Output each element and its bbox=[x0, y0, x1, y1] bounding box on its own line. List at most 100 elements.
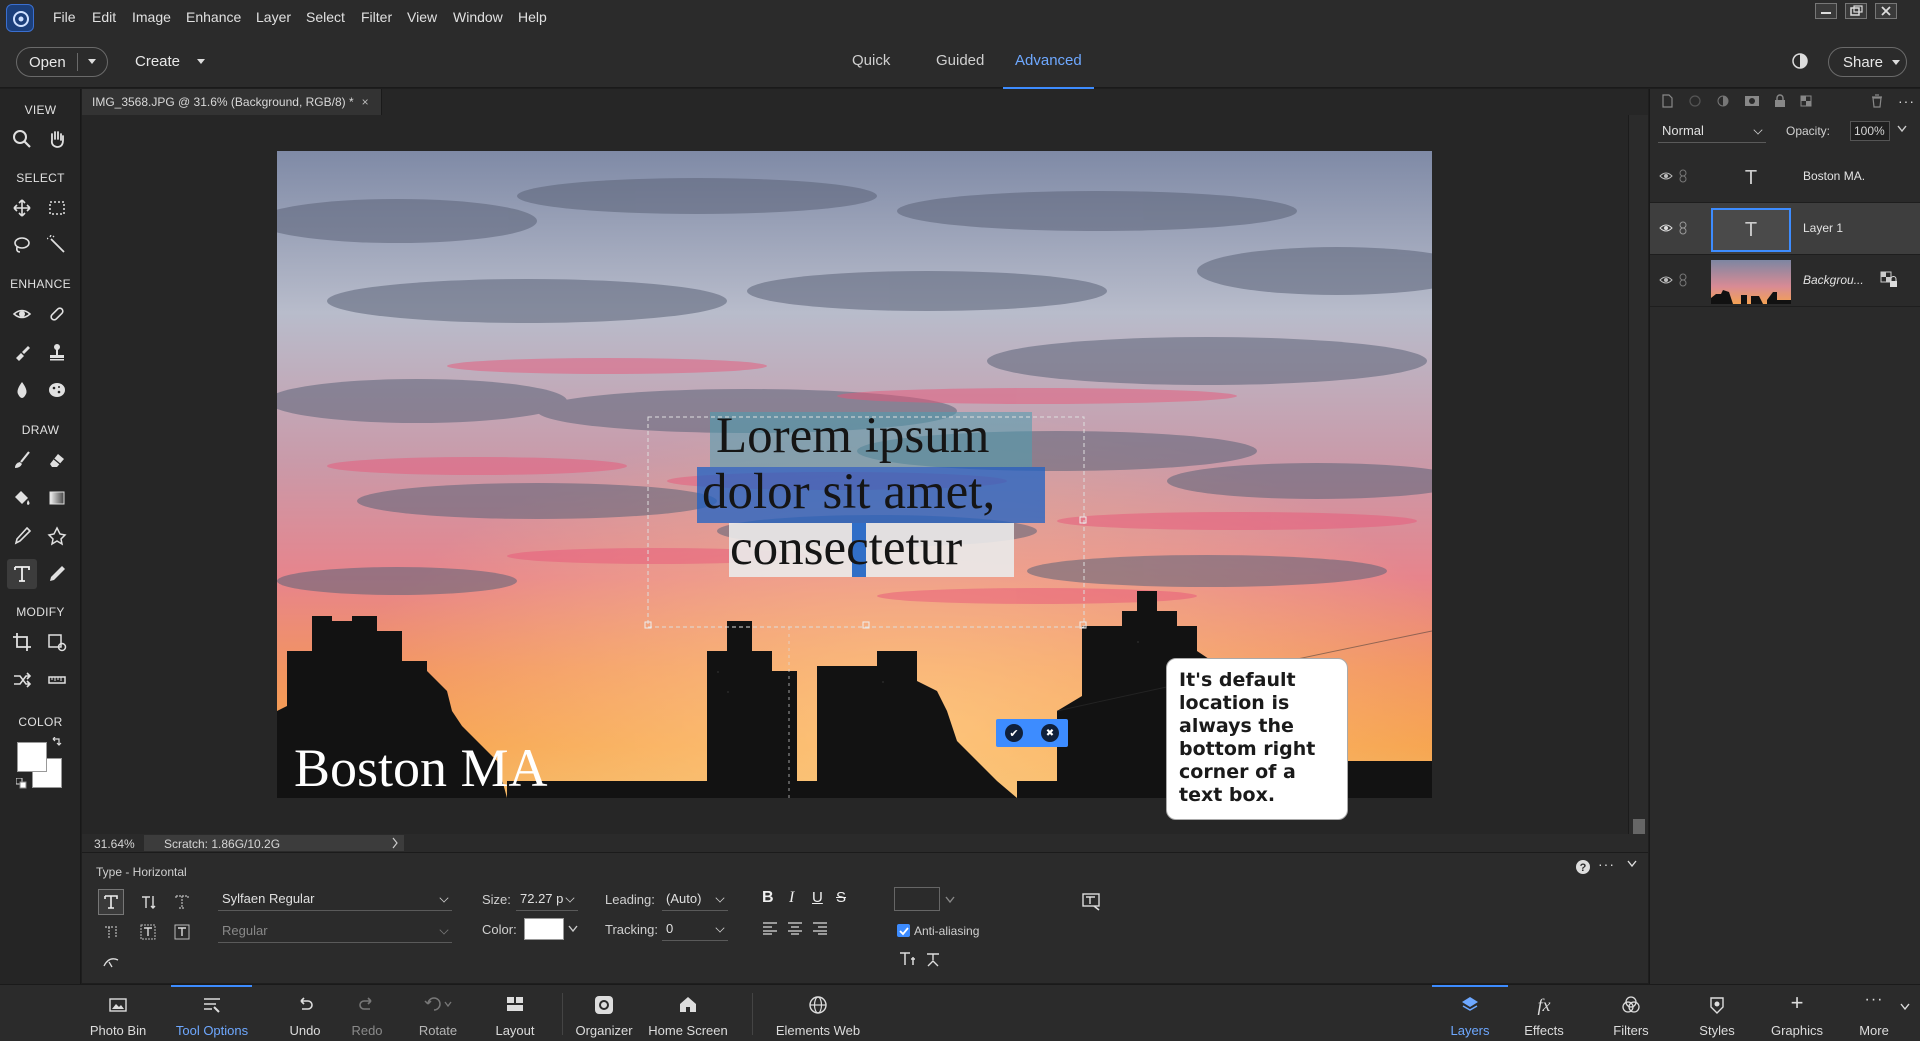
align-right-icon[interactable] bbox=[812, 921, 828, 935]
scroll-thumb[interactable] bbox=[1633, 819, 1645, 835]
help-icon[interactable]: ? bbox=[1575, 859, 1591, 875]
text-style-swatch[interactable] bbox=[894, 887, 940, 911]
menu-view[interactable]: View bbox=[407, 9, 437, 25]
chevron-down-icon[interactable] bbox=[568, 925, 578, 933]
options-menu-icon[interactable]: ··· bbox=[1598, 856, 1615, 872]
warp-text-icon[interactable] bbox=[898, 951, 916, 967]
close-document-icon[interactable]: × bbox=[362, 95, 369, 109]
custom-shape-icon[interactable] bbox=[42, 521, 72, 551]
boston-text[interactable]: Boston MA bbox=[294, 737, 548, 798]
red-eye-icon[interactable] bbox=[7, 299, 37, 329]
chevron-right-icon[interactable] bbox=[390, 836, 400, 850]
organizer-button[interactable]: Organizer bbox=[572, 985, 636, 1041]
move-icon[interactable] bbox=[7, 193, 37, 223]
menu-image[interactable]: Image bbox=[132, 9, 171, 25]
crop-icon[interactable] bbox=[7, 627, 37, 657]
lock-transparency-icon[interactable] bbox=[1800, 94, 1816, 108]
vertical-scrollbar[interactable] bbox=[1628, 115, 1648, 835]
lasso-icon[interactable] bbox=[7, 230, 37, 260]
lock-icon[interactable] bbox=[1774, 94, 1786, 108]
elements-web-button[interactable]: Elements Web bbox=[772, 985, 864, 1041]
chevron-down-icon[interactable] bbox=[1897, 125, 1907, 133]
restore-button[interactable] bbox=[1845, 3, 1867, 19]
marquee-icon[interactable] bbox=[42, 193, 72, 223]
menu-select[interactable]: Select bbox=[306, 9, 345, 25]
font-family-select[interactable]: Sylfaen Regular bbox=[218, 887, 452, 911]
text-on-path-icon[interactable] bbox=[98, 949, 124, 975]
horizontal-type-icon[interactable] bbox=[98, 889, 124, 915]
tab-advanced[interactable]: Advanced bbox=[1015, 52, 1082, 69]
underline-button[interactable]: U bbox=[812, 889, 823, 906]
anti-aliasing-checkbox[interactable] bbox=[897, 924, 910, 937]
brush-icon[interactable] bbox=[7, 445, 37, 475]
gradient-icon[interactable] bbox=[42, 483, 72, 513]
default-colors-icon[interactable] bbox=[16, 778, 27, 789]
theme-toggle-icon[interactable] bbox=[1791, 52, 1809, 70]
pencil-icon[interactable] bbox=[42, 559, 72, 589]
italic-button[interactable]: I bbox=[789, 889, 794, 907]
cancel-icon[interactable]: ✖ bbox=[1041, 724, 1059, 742]
layer-mask-icon[interactable] bbox=[1744, 94, 1760, 108]
blend-mode-select[interactable]: Normal bbox=[1658, 119, 1766, 143]
filters-button[interactable]: Filters bbox=[1608, 985, 1654, 1041]
home-screen-button[interactable]: Home Screen bbox=[648, 985, 728, 1041]
magic-wand-icon[interactable] bbox=[42, 230, 72, 260]
clone-stamp-icon[interactable] bbox=[42, 337, 72, 367]
layer-row-boston[interactable]: T Boston MA. bbox=[1650, 151, 1920, 203]
menu-layer[interactable]: Layer bbox=[256, 9, 291, 25]
tab-guided[interactable]: Guided bbox=[936, 52, 984, 69]
font-size-select[interactable]: 72.27 p bbox=[516, 887, 578, 911]
straighten-icon[interactable] bbox=[42, 665, 72, 695]
adjustment-layer-icon[interactable] bbox=[1716, 94, 1730, 108]
more-button[interactable]: ··· More bbox=[1852, 985, 1896, 1041]
swap-colors-icon[interactable] bbox=[51, 737, 62, 748]
leading-select[interactable]: (Auto) bbox=[662, 887, 728, 911]
layer-row-layer1[interactable]: T Layer 1 bbox=[1650, 203, 1920, 255]
vertical-type-icon[interactable] bbox=[135, 889, 161, 915]
recompose-icon[interactable] bbox=[42, 627, 72, 657]
text-line-3[interactable]: consectetur bbox=[730, 519, 962, 577]
align-center-icon[interactable] bbox=[787, 921, 803, 935]
visibility-eye-icon[interactable] bbox=[1659, 275, 1673, 285]
paint-bucket-icon[interactable] bbox=[7, 483, 37, 513]
menu-edit[interactable]: Edit bbox=[92, 9, 116, 25]
delete-layer-icon[interactable] bbox=[1870, 94, 1884, 108]
chevron-down-icon[interactable] bbox=[1900, 1003, 1910, 1011]
hand-icon[interactable] bbox=[42, 124, 72, 154]
text-orientation-icon[interactable] bbox=[925, 951, 941, 967]
menu-filter[interactable]: Filter bbox=[361, 9, 392, 25]
visibility-eye-icon[interactable] bbox=[1659, 171, 1673, 181]
text-style-editor-icon[interactable] bbox=[1082, 893, 1102, 911]
text-line-2[interactable]: dolor sit amet, bbox=[702, 463, 995, 521]
align-left-icon[interactable] bbox=[762, 921, 778, 935]
tab-quick[interactable]: Quick bbox=[852, 52, 890, 69]
locked-layer-icon[interactable] bbox=[1880, 271, 1898, 289]
text-line-1[interactable]: Lorem ipsum bbox=[716, 407, 989, 465]
layout-button[interactable]: Layout bbox=[492, 985, 538, 1041]
menu-enhance[interactable]: Enhance bbox=[186, 9, 241, 25]
vertical-type-mask-icon[interactable] bbox=[98, 919, 124, 945]
sponge-icon[interactable] bbox=[42, 375, 72, 405]
eyedropper-icon[interactable] bbox=[7, 521, 37, 551]
strikethrough-button[interactable]: S bbox=[836, 889, 846, 906]
menu-file[interactable]: File bbox=[53, 9, 76, 25]
chevron-down-icon[interactable] bbox=[945, 896, 955, 904]
text-on-shape-icon[interactable] bbox=[169, 919, 195, 945]
redo-button[interactable]: Redo bbox=[345, 985, 389, 1041]
visibility-eye-icon[interactable] bbox=[1659, 223, 1673, 233]
graphics-button[interactable]: + Graphics bbox=[1768, 985, 1826, 1041]
rotate-button[interactable]: Rotate bbox=[414, 985, 462, 1041]
minimize-button[interactable] bbox=[1815, 3, 1837, 19]
tracking-select[interactable]: 0 bbox=[662, 917, 728, 941]
menu-help[interactable]: Help bbox=[518, 9, 547, 25]
effects-button[interactable]: fx Effects bbox=[1521, 985, 1567, 1041]
spot-healing-icon[interactable] bbox=[42, 299, 72, 329]
link-icon[interactable] bbox=[1679, 273, 1687, 287]
type-icon[interactable] bbox=[7, 559, 37, 589]
document-tab[interactable]: IMG_3568.JPG @ 31.6% (Background, RGB/8)… bbox=[82, 89, 382, 115]
font-style-select[interactable]: Regular bbox=[218, 919, 452, 943]
new-layer-icon[interactable] bbox=[1660, 94, 1674, 108]
zoom-icon[interactable] bbox=[7, 124, 37, 154]
link-icon[interactable] bbox=[1679, 221, 1687, 235]
type-mask-icon[interactable] bbox=[169, 889, 195, 915]
